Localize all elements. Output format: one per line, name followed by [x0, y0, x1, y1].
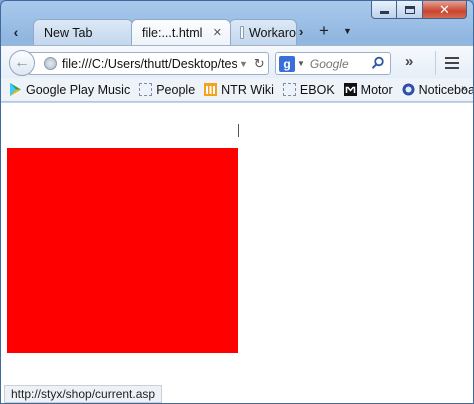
- bookmarks-overflow-icon[interactable]: »: [461, 83, 467, 94]
- globe-icon: [44, 57, 57, 70]
- bookmark-ntr-wiki[interactable]: NTR Wiki: [204, 83, 274, 97]
- tab-new-tab[interactable]: New Tab: [33, 19, 133, 45]
- tab-label: Workaro: [248, 25, 296, 40]
- chevron-left-icon: ‹: [13, 24, 19, 40]
- address-bar[interactable]: file:///C:/Users/thutt/Desktop/test.h ▼ …: [29, 52, 269, 75]
- tab-active-file[interactable]: file:...t.html ✕: [131, 19, 231, 45]
- play-icon: [10, 83, 21, 96]
- back-button[interactable]: ←: [9, 50, 35, 76]
- bookmark-label: EBOK: [299, 82, 335, 97]
- tab-label: New Tab: [44, 25, 93, 40]
- chevron-right-icon: ›: [299, 24, 304, 39]
- bookmark-label: People: [156, 82, 196, 97]
- bookmark-label: Motor: [360, 82, 393, 97]
- page-content: http://styx/shop/current.asp: [1, 103, 473, 403]
- browser-window: ✕ ‹ New Tab file:...t.html ✕ Workaro › +…: [0, 0, 474, 404]
- page-icon: [240, 26, 244, 39]
- bookmark-google-play-music[interactable]: Google Play Music: [9, 83, 130, 97]
- maximize-icon: [404, 5, 415, 14]
- tab-strip: ‹ New Tab file:...t.html ✕ Workaro › + ▼: [1, 15, 473, 45]
- tab-close-icon[interactable]: ✕: [213, 26, 222, 39]
- wiki-icon: [204, 83, 218, 96]
- minimize-icon: [379, 11, 389, 14]
- bookmark-ebok[interactable]: EBOK: [282, 82, 335, 97]
- search-bar[interactable]: g ▼: [275, 52, 391, 75]
- red-box: [7, 148, 238, 353]
- google-icon[interactable]: g: [279, 55, 295, 72]
- dotted-folder-icon: [282, 83, 296, 96]
- search-icon[interactable]: [371, 56, 385, 70]
- status-link-tooltip: http://styx/shop/current.asp: [4, 385, 163, 403]
- bookmarks-bar: Google Play Music People NTR Wiki EBOK M: [1, 78, 473, 102]
- navigation-toolbar: ← file:///C:/Users/thutt/Desktop/test.h …: [1, 45, 473, 78]
- m-icon: [343, 83, 357, 96]
- bookmark-people[interactable]: People: [139, 83, 195, 97]
- plus-icon: +: [319, 21, 329, 40]
- dotted-folder-icon: [139, 83, 153, 96]
- hamburger-icon: [445, 62, 459, 64]
- tab-scroll-left-button[interactable]: ‹: [7, 21, 25, 43]
- text-caret: [238, 124, 239, 137]
- menu-button[interactable]: [435, 51, 465, 75]
- status-link-text: http://styx/shop/current.asp: [11, 387, 156, 401]
- chevron-down-icon: ▼: [343, 26, 352, 36]
- tab-label: file:...t.html: [142, 25, 203, 40]
- new-tab-button[interactable]: +: [319, 21, 329, 41]
- hamburger-icon: [445, 67, 459, 69]
- history-dropdown-icon[interactable]: ▼: [239, 59, 248, 69]
- search-input[interactable]: [309, 56, 378, 71]
- engine-dropdown-icon[interactable]: ▼: [297, 59, 305, 68]
- tab-scroll-right-button[interactable]: ›: [299, 24, 303, 39]
- hamburger-icon: [445, 57, 459, 59]
- bookmark-motor[interactable]: Motor: [343, 82, 393, 97]
- address-text: file:///C:/Users/thutt/Desktop/test.h: [62, 56, 237, 71]
- notice-icon: [402, 83, 415, 96]
- reload-icon[interactable]: ↻: [254, 56, 265, 72]
- double-chevron-right-icon: »: [405, 53, 414, 70]
- toolbar-overflow-button[interactable]: »: [405, 53, 413, 70]
- tab-workaround[interactable]: Workaro: [229, 19, 297, 45]
- bookmark-label: Google Play Music: [26, 82, 131, 97]
- tab-list-button[interactable]: ▼: [343, 26, 352, 36]
- arrow-left-icon: ←: [14, 54, 30, 71]
- bookmark-label: NTR Wiki: [221, 82, 274, 97]
